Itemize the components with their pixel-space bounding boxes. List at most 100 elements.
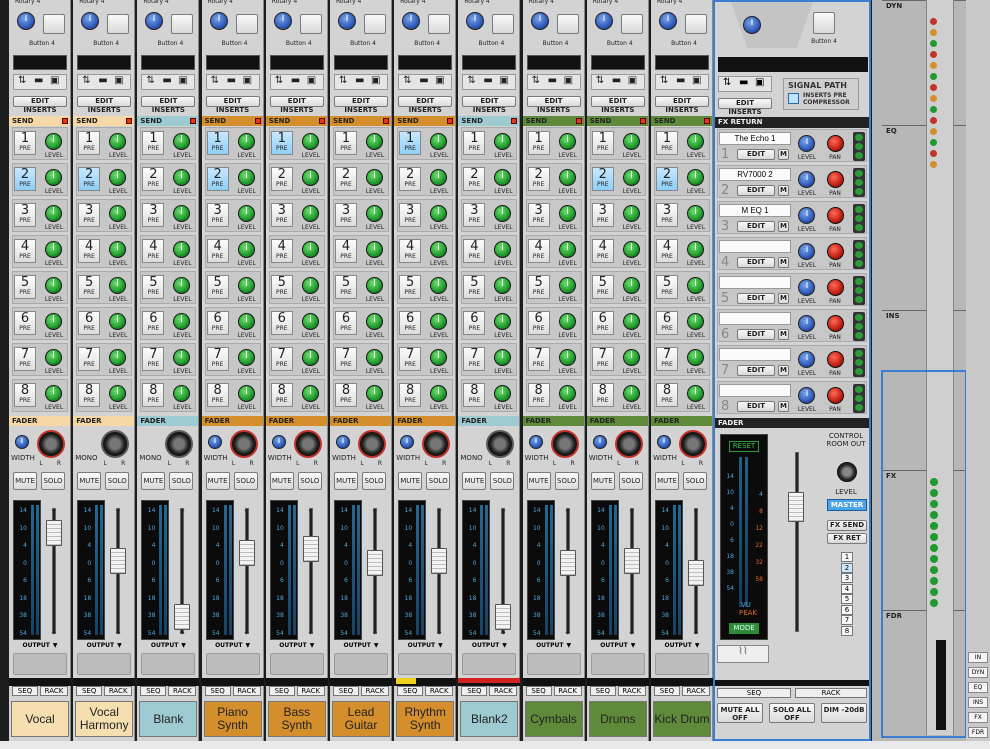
send-1-level-knob[interactable] (45, 133, 62, 150)
channel-name[interactable]: Blank (139, 701, 198, 737)
insert-icon[interactable]: ▣ (50, 75, 59, 86)
solo-button[interactable]: SOLO (233, 472, 258, 490)
send-6-level-knob[interactable] (45, 313, 62, 330)
send-5-pre-button[interactable]: 5 PRE (206, 275, 229, 299)
insert-icon[interactable]: ▬ (676, 75, 685, 86)
insert-icon[interactable]: ⇅ (723, 77, 731, 88)
send-2-level-knob[interactable] (237, 169, 255, 186)
send-4-pre-button[interactable]: 4 PRE (270, 239, 293, 263)
button-4[interactable] (235, 14, 258, 34)
width-knob[interactable] (592, 435, 607, 449)
button-4[interactable] (364, 14, 386, 34)
send-4-pre-button[interactable]: 4 PRE (527, 239, 550, 263)
send-3-level-knob[interactable] (558, 205, 576, 222)
send-8-pre-button[interactable]: 8 PRE (335, 383, 357, 407)
send-1-pre-button[interactable]: 1 PRE (399, 131, 422, 155)
solo-button[interactable]: SOLO (297, 472, 322, 490)
insert-icon[interactable]: ▬ (419, 75, 428, 86)
mute-button[interactable]: MUTE (77, 472, 102, 490)
side-button-eq[interactable]: EQ (968, 682, 988, 693)
cr-number-button[interactable]: 8 (841, 625, 853, 636)
output-selector[interactable]: OUTPUT ▼ (206, 642, 260, 652)
channel-fader[interactable] (623, 548, 640, 574)
channel-name[interactable]: Blank2 (460, 701, 519, 737)
send-8-level-knob[interactable] (366, 385, 383, 402)
send-3-pre-button[interactable]: 3 PRE (656, 203, 678, 227)
send-1-pre-button[interactable]: 1 PRE (656, 131, 678, 155)
pan-knob[interactable] (229, 430, 258, 458)
send-7-level-knob[interactable] (622, 349, 640, 366)
rotary-knob[interactable] (17, 12, 35, 30)
send-1-pre-button[interactable]: 1 PRE (270, 131, 293, 155)
send-5-level-knob[interactable] (558, 277, 576, 294)
solo-button[interactable]: SOLO (426, 472, 451, 490)
send-8-pre-button[interactable]: 8 PRE (142, 383, 165, 407)
send-1-level-knob[interactable] (301, 133, 319, 150)
send-5-pre-button[interactable]: 5 PRE (591, 275, 614, 299)
insert-icon[interactable]: ⇅ (82, 75, 90, 86)
send-3-pre-button[interactable]: 3 PRE (142, 203, 165, 227)
send-8-pre-button[interactable]: 8 PRE (399, 383, 422, 407)
channel-name[interactable]: Rhythm Synth (396, 701, 455, 737)
send-2-pre-button[interactable]: 2 PRE (463, 167, 486, 191)
fx-return-pan-knob[interactable] (827, 135, 844, 152)
side-button-ins[interactable]: INS (968, 697, 988, 708)
seq-button[interactable]: SEQ (397, 686, 424, 696)
master-button-4[interactable] (813, 12, 835, 34)
edit-inserts-button[interactable]: EDIT INSERTS (141, 96, 196, 114)
pan-knob[interactable] (165, 430, 194, 458)
fx-return-mute-button[interactable]: M (778, 149, 789, 160)
master-rotary-knob[interactable] (743, 16, 761, 34)
send-2-pre-button[interactable]: 2 PRE (656, 167, 678, 191)
send-1-level-knob[interactable] (237, 133, 255, 150)
send-3-pre-button[interactable]: 3 PRE (463, 203, 486, 227)
channel-fader[interactable] (238, 540, 255, 566)
side-button-in[interactable]: IN (968, 652, 988, 663)
send-5-level-knob[interactable] (622, 277, 640, 294)
rotary-knob[interactable] (273, 12, 292, 30)
edit-inserts-button[interactable]: EDIT INSERTS (13, 96, 67, 114)
solo-button[interactable]: SOLO (105, 472, 130, 490)
cr-number-button[interactable]: 6 (841, 604, 853, 615)
send-5-pre-button[interactable]: 5 PRE (656, 275, 678, 299)
send-3-pre-button[interactable]: 3 PRE (78, 203, 101, 227)
pan-knob[interactable] (101, 430, 130, 458)
send-8-pre-button[interactable]: 8 PRE (463, 383, 486, 407)
solo-button[interactable]: SOLO (41, 472, 65, 490)
send-3-level-knob[interactable] (622, 205, 640, 222)
send-5-pre-button[interactable]: 5 PRE (270, 275, 293, 299)
send-4-level-knob[interactable] (237, 241, 255, 258)
send-3-level-knob[interactable] (366, 205, 383, 222)
master-rack-button[interactable]: RACK (795, 688, 867, 698)
insert-icon[interactable]: ⇅ (532, 75, 540, 86)
insert-icon[interactable]: ▣ (755, 77, 764, 88)
pan-knob[interactable] (486, 430, 515, 458)
send-8-pre-button[interactable]: 8 PRE (591, 383, 614, 407)
dim-button[interactable]: DIM -20dB (821, 703, 867, 723)
send-4-level-knob[interactable] (45, 241, 62, 258)
fx-return-edit-button[interactable]: EDIT (737, 365, 775, 376)
edit-inserts-button[interactable]: EDIT INSERTS (205, 96, 260, 114)
fx-return-pan-knob[interactable] (827, 387, 844, 404)
send-4-pre-button[interactable]: 4 PRE (463, 239, 486, 263)
mute-button[interactable]: MUTE (398, 472, 423, 490)
automation-button[interactable]: ⌇⌇ (717, 645, 769, 663)
insert-icon[interactable]: ▣ (114, 75, 123, 86)
channel-name[interactable]: Drums (588, 701, 647, 737)
rotary-knob[interactable] (209, 12, 228, 30)
send-4-level-knob[interactable] (687, 241, 704, 258)
fx-return-edit-button[interactable]: EDIT (737, 185, 775, 196)
send-7-pre-button[interactable]: 7 PRE (591, 347, 614, 371)
master-edit-inserts-button[interactable]: EDIT INSERTS (718, 98, 772, 116)
edit-inserts-button[interactable]: EDIT INSERTS (655, 96, 709, 114)
insert-icon[interactable]: ▣ (243, 75, 252, 86)
mute-button[interactable]: MUTE (205, 472, 230, 490)
rack-button[interactable]: RACK (361, 686, 389, 696)
rack-button[interactable]: RACK (489, 686, 518, 696)
fx-return-mute-button[interactable]: M (778, 221, 789, 232)
insert-icon[interactable]: ⇅ (146, 75, 154, 86)
send-4-pre-button[interactable]: 4 PRE (656, 239, 678, 263)
mute-button[interactable]: MUTE (269, 472, 294, 490)
send-6-level-knob[interactable] (622, 313, 640, 330)
send-5-level-knob[interactable] (687, 277, 704, 294)
